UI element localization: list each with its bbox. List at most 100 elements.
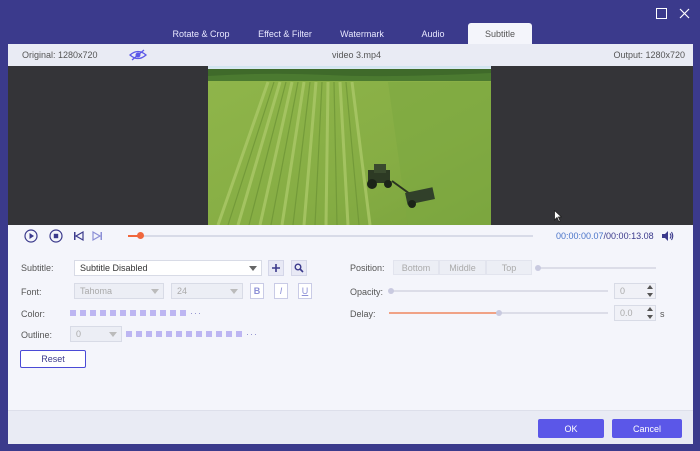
next-frame-icon[interactable] xyxy=(90,229,104,243)
subtitle-select-value: Subtitle Disabled xyxy=(80,263,148,273)
outline-color-swatch[interactable] xyxy=(156,331,162,337)
increment-icon[interactable] xyxy=(646,285,653,289)
delay-slider[interactable] xyxy=(389,310,608,316)
tab-rotate-crop[interactable]: Rotate & Crop xyxy=(158,23,244,44)
outline-label: Outline: xyxy=(21,330,53,340)
delay-unit: s xyxy=(660,309,665,319)
timeline-thumb[interactable] xyxy=(137,232,145,239)
font-family-select[interactable]: Tahoma xyxy=(74,283,164,299)
chevron-down-icon xyxy=(151,289,159,294)
output-resolution: Output: 1280x720 xyxy=(613,50,685,60)
opacity-slider[interactable] xyxy=(388,288,608,294)
chevron-down-icon xyxy=(109,332,117,337)
outline-color-swatch[interactable] xyxy=(226,331,232,337)
color-swatch[interactable] xyxy=(110,310,116,316)
volume-icon[interactable] xyxy=(660,229,674,243)
delay-slider-thumb[interactable] xyxy=(495,310,502,316)
player-controls: 00:00:00.07/00:00:13.08 xyxy=(8,225,693,247)
decrement-icon[interactable] xyxy=(646,315,653,319)
editor-panel: Original: 1280x720 video 3.mp4 Output: 1… xyxy=(8,44,693,444)
tab-watermark[interactable]: Watermark xyxy=(326,23,398,44)
outline-color-swatches[interactable]: ··· xyxy=(126,329,258,339)
close-icon[interactable] xyxy=(677,6,691,20)
color-swatch[interactable] xyxy=(150,310,156,316)
outline-color-swatch[interactable] xyxy=(186,331,192,337)
delay-input[interactable]: 0.0 xyxy=(614,305,656,321)
font-size-value: 24 xyxy=(177,286,188,296)
outline-color-swatch[interactable] xyxy=(206,331,212,337)
search-subtitle-button[interactable] xyxy=(291,260,307,276)
more-outline-colors-button[interactable]: ··· xyxy=(246,329,258,339)
position-slider-thumb[interactable] xyxy=(535,265,541,271)
tab-audio[interactable]: Audio xyxy=(398,23,468,44)
position-group: Bottom Middle Top xyxy=(393,260,532,275)
color-swatch[interactable] xyxy=(180,310,186,316)
bold-button[interactable]: B xyxy=(250,283,264,299)
position-middle-button[interactable]: Middle xyxy=(439,260,486,275)
ok-button[interactable]: OK xyxy=(538,419,604,438)
add-subtitle-button[interactable] xyxy=(268,260,284,276)
stop-icon[interactable] xyxy=(49,229,63,243)
increment-icon[interactable] xyxy=(646,307,653,311)
color-swatch[interactable] xyxy=(70,310,76,316)
font-label: Font: xyxy=(21,287,42,297)
color-swatches[interactable]: ··· xyxy=(70,308,202,318)
color-swatch[interactable] xyxy=(90,310,96,316)
play-icon[interactable] xyxy=(24,229,38,243)
opacity-value: 0 xyxy=(620,286,626,296)
field-video-image xyxy=(208,66,491,225)
more-colors-button[interactable]: ··· xyxy=(190,308,202,318)
subtitle-select[interactable]: Subtitle Disabled xyxy=(74,260,262,276)
opacity-input[interactable]: 0 xyxy=(614,283,656,299)
tab-subtitle[interactable]: Subtitle xyxy=(468,23,532,44)
color-swatch[interactable] xyxy=(170,310,176,316)
total-time: /00:00:13.08 xyxy=(603,231,654,241)
timeline-slider[interactable] xyxy=(128,232,533,239)
outline-color-swatch[interactable] xyxy=(146,331,152,337)
color-label: Color: xyxy=(21,309,46,319)
color-swatch[interactable] xyxy=(160,310,166,316)
color-swatch[interactable] xyxy=(120,310,126,316)
decrement-icon[interactable] xyxy=(646,293,653,297)
font-size-select[interactable]: 24 xyxy=(171,283,243,299)
file-name: video 3.mp4 xyxy=(332,50,382,60)
color-swatch[interactable] xyxy=(100,310,106,316)
current-time: 00:00:00.07 xyxy=(556,231,604,241)
tab-effect-filter[interactable]: Effect & Filter xyxy=(244,23,326,44)
outline-value: 0 xyxy=(76,329,82,339)
eye-icon[interactable] xyxy=(129,49,147,61)
previous-frame-icon[interactable] xyxy=(72,229,86,243)
cancel-button[interactable]: Cancel xyxy=(612,419,682,438)
chevron-down-icon xyxy=(230,289,238,294)
italic-button[interactable]: I xyxy=(274,283,288,299)
underline-button[interactable]: U xyxy=(298,283,312,299)
position-bottom-button[interactable]: Bottom xyxy=(393,260,439,275)
mouse-cursor-icon xyxy=(554,210,562,222)
subtitle-label: Subtitle: xyxy=(21,263,54,273)
original-resolution: Original: 1280x720 xyxy=(22,50,98,60)
position-top-button[interactable]: Top xyxy=(486,260,532,275)
delay-slider-fill xyxy=(389,312,499,314)
tab-bar: Rotate & Crop Effect & Filter Watermark … xyxy=(158,23,532,44)
outline-color-swatch[interactable] xyxy=(216,331,222,337)
video-frame xyxy=(208,66,491,225)
outline-color-swatch[interactable] xyxy=(196,331,202,337)
outline-color-swatch[interactable] xyxy=(126,331,132,337)
outline-color-swatch[interactable] xyxy=(166,331,172,337)
outline-color-swatch[interactable] xyxy=(176,331,182,337)
position-slider[interactable] xyxy=(535,265,656,271)
color-swatch[interactable] xyxy=(140,310,146,316)
outline-select[interactable]: 0 xyxy=(70,326,122,342)
dialog-footer: OK Cancel xyxy=(8,410,693,444)
opacity-slider-thumb[interactable] xyxy=(388,288,394,294)
position-label: Position: xyxy=(350,263,385,273)
outline-color-swatch[interactable] xyxy=(136,331,142,337)
reset-button[interactable]: Reset xyxy=(20,350,86,368)
color-swatch[interactable] xyxy=(80,310,86,316)
video-preview xyxy=(8,66,693,225)
time-readout: 00:00:00.07/00:00:13.08 xyxy=(556,231,654,241)
color-swatch[interactable] xyxy=(130,310,136,316)
maximize-icon[interactable] xyxy=(654,6,668,20)
outline-color-swatch[interactable] xyxy=(236,331,242,337)
font-family-value: Tahoma xyxy=(80,286,113,296)
